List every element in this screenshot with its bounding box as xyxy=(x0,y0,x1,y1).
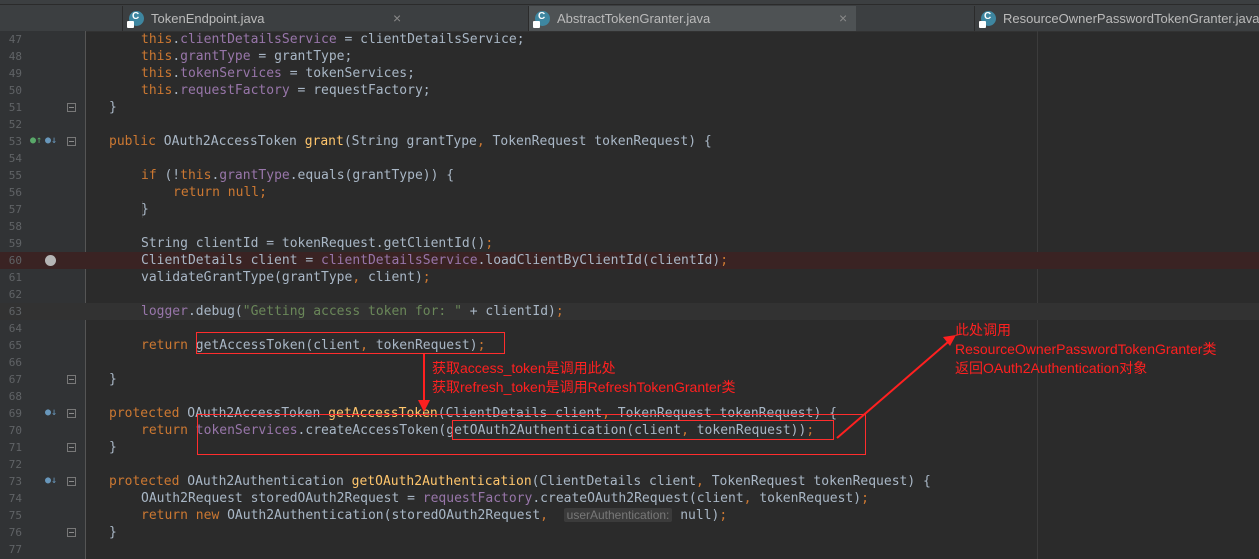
tab-bar-top-strip xyxy=(0,0,1259,5)
annotation-text: 返回OAuth2Authentication对象 xyxy=(955,360,1148,376)
tab-label: AbstractTokenGranter.java xyxy=(557,11,711,26)
tab-label: TokenEndpoint.java xyxy=(151,11,265,26)
annotation-right: 此处调用 ResourceOwnerPasswordTokenGranter类 … xyxy=(955,321,1216,378)
close-icon[interactable]: × xyxy=(839,10,847,26)
tab-token-endpoint[interactable]: TokenEndpoint.java × xyxy=(122,6,410,31)
tab-label: ResourceOwnerPasswordTokenGranter.java xyxy=(1003,11,1259,26)
annotation-text: 获取refresh_token是调用RefreshTokenGranter类 xyxy=(432,379,736,395)
annotation-text: 获取access_token是调用此处 xyxy=(432,360,616,376)
annotation-left: 获取access_token是调用此处 获取refresh_token是调用Re… xyxy=(432,359,735,397)
arrow-up-line xyxy=(836,341,949,439)
annotation-text: ResourceOwnerPasswordTokenGranter类 xyxy=(955,341,1217,357)
code-editor[interactable]: 47 this.clientDetailsService = clientDet… xyxy=(0,31,1259,559)
arrow-down-head xyxy=(418,400,430,412)
close-icon[interactable]: × xyxy=(393,10,401,26)
tab-resource-owner-password-token-granter[interactable]: ResourceOwnerPasswordTokenGranter.java xyxy=(974,6,1259,31)
java-class-icon xyxy=(979,11,996,28)
annotation-text: 此处调用 xyxy=(955,322,1011,338)
editor-tab-bar: TokenEndpoint.java × AbstractTokenGrante… xyxy=(0,0,1259,32)
tab-abstract-token-granter[interactable]: AbstractTokenGranter.java × xyxy=(528,6,856,31)
annotation-arrows xyxy=(418,335,956,439)
java-class-icon xyxy=(533,11,550,28)
java-class-icon xyxy=(127,11,144,28)
